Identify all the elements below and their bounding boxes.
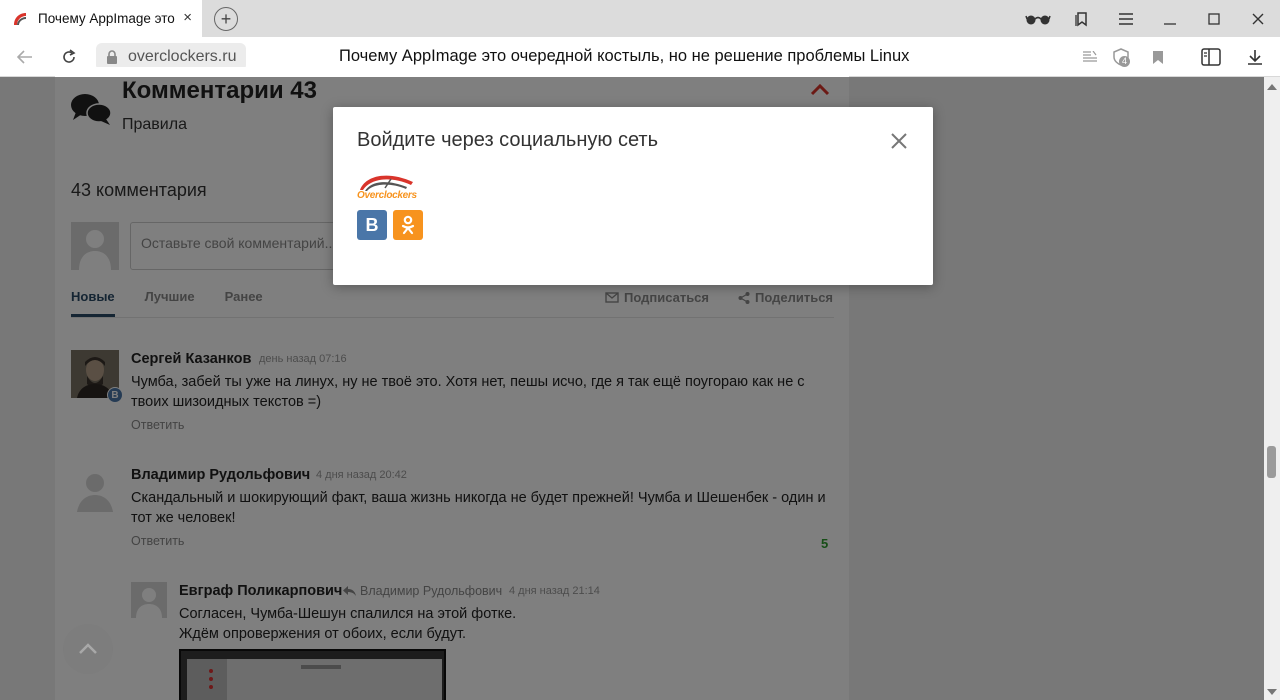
tab-close-icon[interactable]: × (183, 10, 192, 26)
ok-login-button[interactable]: OK (393, 210, 423, 240)
minimize-icon[interactable] (1148, 0, 1192, 37)
social-login-modal: Войдите через социальную сеть Overclocke… (333, 107, 933, 285)
ok-label: OK (393, 210, 394, 211)
bookmark-icon[interactable] (1147, 46, 1169, 68)
address-page-title[interactable]: Почему AppImage это очередной костыль, н… (339, 47, 909, 66)
reader-glasses-icon[interactable] (1016, 0, 1060, 37)
page-scrollbar[interactable] (1264, 77, 1280, 700)
menu-icon[interactable] (1104, 0, 1148, 37)
vk-icon: В (365, 214, 379, 235)
tracker-count-badge: 4 (1119, 56, 1131, 67)
close-window-icon[interactable] (1236, 0, 1280, 37)
chevron-up-icon (79, 643, 97, 654)
sidebar-panels-icon[interactable] (1200, 46, 1222, 68)
overclockers-logo-text: Overclockers (357, 190, 417, 201)
maximize-icon[interactable] (1192, 0, 1236, 37)
scroll-down-arrow-icon[interactable] (1267, 688, 1277, 696)
tab-title: Почему AppImage это (38, 11, 175, 26)
download-icon[interactable] (1244, 46, 1266, 68)
lock-icon (107, 50, 117, 64)
modal-title: Войдите через социальную сеть (357, 129, 658, 151)
scroll-to-top-button[interactable] (63, 624, 113, 674)
collections-icon[interactable] (1060, 0, 1104, 37)
scroll-up-arrow-icon[interactable] (1267, 83, 1277, 91)
new-tab-button[interactable]: + (214, 7, 238, 31)
back-arrow-icon[interactable] (13, 45, 37, 69)
domain-text: overclockers.ru (128, 48, 237, 65)
browser-tab-active[interactable]: Почему AppImage это × (0, 0, 202, 37)
close-icon[interactable] (889, 131, 909, 151)
odnoklassniki-icon (401, 215, 415, 235)
scrollbar-thumb[interactable] (1267, 446, 1276, 478)
overclockers-login-button[interactable]: Overclockers (357, 170, 417, 202)
vk-login-button[interactable]: В (357, 210, 387, 240)
reader-mode-icon[interactable] (1079, 46, 1101, 68)
overclockers-favicon-icon (14, 12, 26, 25)
tab-bar: Почему AppImage это × + (0, 0, 1280, 37)
reload-icon[interactable] (57, 45, 81, 69)
